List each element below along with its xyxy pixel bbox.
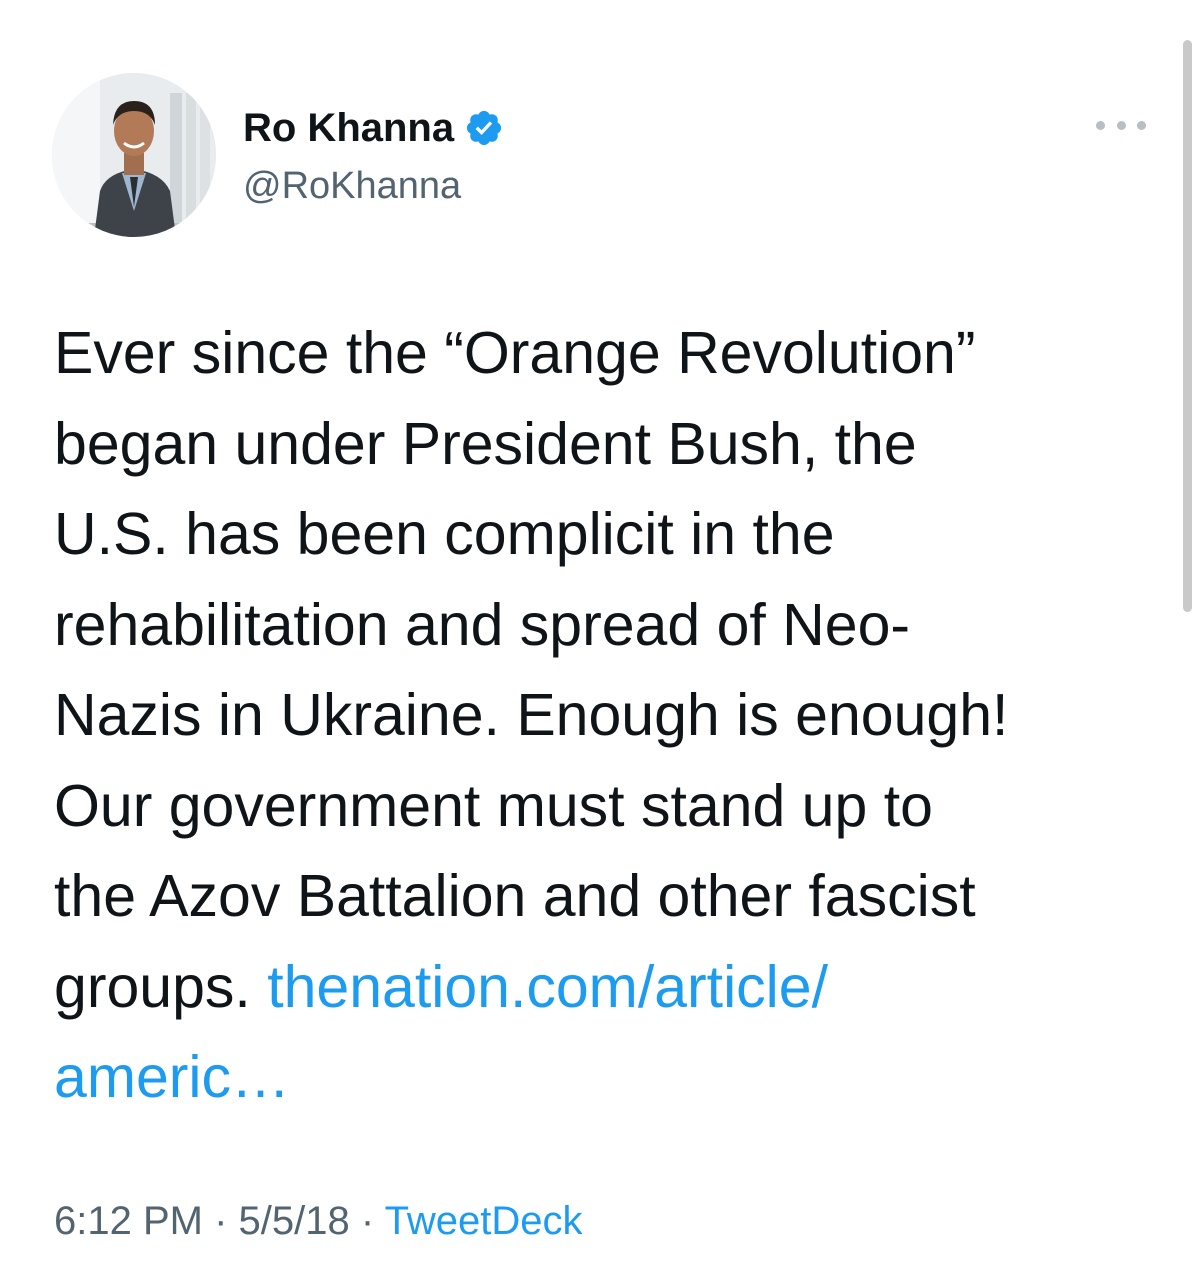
tweet-text-line-link: americ… (54, 1032, 1164, 1123)
tweet-text-line: Our government must stand up to (54, 772, 933, 839)
scrollbar[interactable] (1183, 40, 1192, 612)
avatar[interactable] (52, 73, 216, 237)
tweet-text-line: U.S. has been complicit in the (54, 501, 835, 567)
tweet-text-line: began under President Bush, the (54, 410, 917, 477)
author-name-row[interactable]: Ro Khanna (243, 104, 504, 152)
tweet-text-line-with-link: groups. thenation.com/article/ (54, 942, 1164, 1033)
more-dot (1137, 120, 1146, 130)
meta-separator: · (214, 1199, 228, 1243)
tweet-metadata: 6:12 PM · 5/5/18 · TweetDeck (54, 1193, 582, 1249)
profile-photo-icon (52, 73, 216, 237)
tweet-text-line: Nazis in Ukraine. Enough is enough! (54, 682, 1009, 748)
tweet-text-line: rehabilitation and spread of Neo- (54, 591, 911, 658)
article-link-part[interactable]: thenation.com/article/ (267, 954, 828, 1020)
verified-badge-icon (467, 110, 502, 146)
article-link-part[interactable]: americ… (54, 1044, 290, 1110)
tweet-text: Ever since the “Orange Revolution” began… (54, 308, 1164, 1123)
more-options-icon[interactable] (1096, 110, 1146, 140)
tweet-date[interactable]: 5/5/18 (239, 1199, 350, 1243)
meta-separator: · (360, 1199, 375, 1243)
tweet-text-fragment: groups. (54, 953, 251, 1020)
more-dot (1116, 120, 1126, 130)
tweet-text-line: the Azov Battalion and other fascist (54, 863, 976, 929)
more-dot (1096, 120, 1105, 130)
author-handle[interactable]: @RoKhanna (243, 163, 461, 209)
tweet-text-line: Ever since the “Orange Revolution” (54, 320, 976, 386)
tweet-source[interactable]: TweetDeck (385, 1199, 583, 1243)
tweet-time[interactable]: 6:12 PM (54, 1199, 203, 1243)
author-display-name[interactable]: Ro Khanna (243, 104, 454, 152)
